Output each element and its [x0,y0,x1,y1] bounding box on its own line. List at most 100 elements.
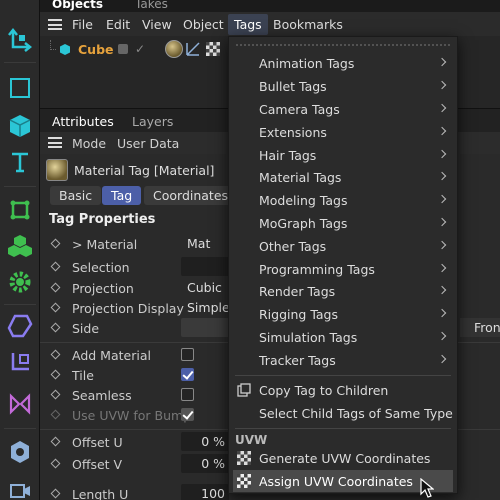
seamless-checkbox[interactable] [181,388,194,401]
menu-item-material-tags[interactable]: Material Tags [229,166,457,188]
menu-item-label: Modeling Tags [259,193,348,208]
chevron-right-icon [437,171,447,181]
menu-item-programming-tags[interactable]: Programming Tags [229,258,457,280]
axis-deform-icon[interactable] [4,346,36,378]
camera-icon[interactable] [4,474,36,500]
tab-layers[interactable]: Layers [132,114,173,129]
gear-effector-icon[interactable] [4,266,36,298]
menu-file[interactable]: File [72,17,93,32]
side-dropdown[interactable]: Fron [460,318,500,337]
property-label: Offset U [72,435,123,450]
menu-mode[interactable]: Mode [72,136,106,151]
uvw-tag-icon[interactable] [186,42,200,59]
keyframe-diamond-icon[interactable] [50,261,61,272]
keyframe-diamond-icon[interactable] [50,458,61,469]
keyframe-diamond-icon[interactable] [50,389,61,400]
copy-tag-icon [237,383,251,397]
chevron-right-icon [437,354,447,364]
rectangle-select-icon[interactable] [4,72,36,104]
basic-button[interactable]: Basic [50,186,102,205]
projection-display-dropdown[interactable]: Simple [181,298,231,317]
chevron-right-icon [437,57,447,67]
left-toolbar [0,0,40,500]
tab-attributes[interactable]: Attributes [52,114,114,129]
checker-tag-icon[interactable] [206,42,220,56]
menu-bookmarks[interactable]: Bookmarks [273,17,343,32]
chevron-right-icon [437,126,447,136]
menu-item-generate-uvw[interactable]: Generate UVW Coordinates [229,447,457,469]
menu-item-label: Animation Tags [259,56,355,71]
object-name[interactable]: Cube [78,42,114,57]
side-dropdown-left[interactable] [181,318,231,337]
menu-item-label: Hair Tags [259,148,317,163]
spline-generator-icon[interactable] [4,194,36,226]
menu-object[interactable]: Object [183,17,224,32]
visibility-toggle-icon[interactable] [118,44,128,54]
text-tool-icon[interactable] [4,146,36,178]
use-uvw-for-bump-checkbox [181,408,194,421]
menu-item-other-tags[interactable]: Other Tags [229,235,457,257]
hamburger-menu-icon[interactable] [48,137,62,148]
property-label: Offset V [72,457,123,472]
hierarchy-line-icon [50,40,56,50]
projection-dropdown[interactable]: Cubic [181,278,231,297]
keyframe-diamond-icon[interactable] [50,436,61,447]
cube-icon[interactable] [4,110,36,142]
property-label: Tile [72,368,94,383]
menu-item-animation-tags[interactable]: Animation Tags [229,52,457,74]
menu-item-modeling-tags[interactable]: Modeling Tags [229,189,457,211]
menu-item-hair-tags[interactable]: Hair Tags [229,144,457,166]
attributes-title: Material Tag [Material] [74,163,215,178]
offset-v-field[interactable]: 0 % [181,454,229,473]
menu-item-render-tags[interactable]: Render Tags [229,280,457,302]
length-u-field[interactable]: 100 [181,484,229,500]
keyframe-diamond-icon[interactable] [50,322,61,333]
scene-gear-icon[interactable] [4,436,36,468]
chevron-right-icon [437,285,447,295]
expand-arrow-icon[interactable]: > [72,237,86,252]
tile-checkbox[interactable] [181,368,194,381]
menu-item-bullet-tags[interactable]: Bullet Tags [229,75,457,97]
coordinate-axis-tool-icon[interactable] [4,24,36,56]
property-label: Seamless [72,388,132,403]
check-mark-icon[interactable]: ✓ [135,42,145,56]
material-tag-icon[interactable] [165,40,183,58]
chevron-right-icon [437,240,447,250]
menu-item-label: Other Tags [259,239,327,254]
keyframe-diamond-icon[interactable] [50,488,61,499]
chevron-right-icon [437,149,447,159]
keyframe-diamond-icon[interactable] [50,238,61,249]
menu-item-label: Select Child Tags of Same Type [259,406,453,421]
tab-objects[interactable]: Objects [52,0,103,11]
menu-user-data[interactable]: User Data [117,136,179,151]
offset-u-field[interactable]: 0 % [181,432,229,451]
tear-off-handle[interactable] [235,43,451,47]
menu-item-tracker-tags[interactable]: Tracker Tags [229,349,457,371]
menu-item-camera-tags[interactable]: Camera Tags [229,98,457,120]
menu-view[interactable]: View [142,17,172,32]
keyframe-diamond-icon[interactable] [50,302,61,313]
tag-button[interactable]: Tag [102,186,142,205]
bend-deformer-icon[interactable] [4,388,36,420]
selection-field[interactable] [181,257,231,276]
coordinates-button[interactable]: Coordinates [144,186,238,205]
uvw-section-header: UVW [235,433,268,447]
keyframe-diamond-icon[interactable] [50,349,61,360]
menu-item-label: Render Tags [259,284,336,299]
menu-tags[interactable]: Tags [228,14,268,35]
menu-edit[interactable]: Edit [106,17,130,32]
menu-item-rigging-tags[interactable]: Rigging Tags [229,303,457,325]
cube-object-icon [59,43,71,58]
tab-takes[interactable]: Takes [135,0,168,11]
menu-item-select-child-tags[interactable]: Select Child Tags of Same Type [229,402,457,424]
keyframe-diamond-icon[interactable] [50,282,61,293]
keyframe-diamond-icon[interactable] [50,369,61,380]
hamburger-menu-icon[interactable] [48,19,62,30]
cloner-icon[interactable] [4,230,36,262]
menu-item-simulation-tags[interactable]: Simulation Tags [229,326,457,348]
deformer-icon[interactable] [4,310,36,342]
menu-item-mograph-tags[interactable]: MoGraph Tags [229,212,457,234]
menu-item-copy-tag-to-children[interactable]: Copy Tag to Children [229,379,457,401]
add-material-checkbox[interactable] [181,348,194,361]
menu-item-extensions[interactable]: Extensions [229,121,457,143]
